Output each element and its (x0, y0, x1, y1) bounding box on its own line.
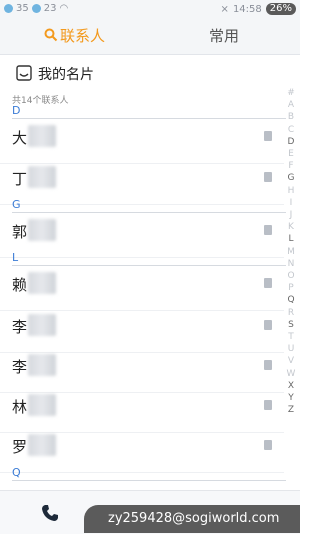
index-letter[interactable]: R (284, 307, 298, 319)
index-letter[interactable]: X (284, 380, 298, 392)
status-left: 35 23 ◠ (4, 3, 68, 14)
contact-name: 赖 (12, 276, 28, 294)
clock: 14:58 (232, 3, 262, 15)
index-letter[interactable]: T (284, 331, 298, 343)
sim-icon (264, 360, 272, 370)
tab-bar: 联系人 常用 (0, 18, 300, 55)
contact-name: 林 (12, 398, 28, 416)
index-letter[interactable]: I (284, 197, 298, 209)
sim-icon (264, 172, 272, 182)
watermark: zy259428@sogiworld.com (84, 505, 300, 533)
index-letter[interactable]: W (284, 368, 298, 380)
blurred-name (28, 166, 56, 188)
index-letter[interactable]: M (284, 246, 298, 258)
signal-icon (31, 4, 41, 13)
index-letter[interactable]: S (284, 319, 298, 331)
index-letter[interactable]: D (284, 136, 298, 148)
phone-icon[interactable] (40, 503, 60, 523)
mute-icon: ⨯ (220, 3, 229, 15)
blurred-name (28, 394, 56, 416)
contact-name: 丁 (12, 170, 28, 188)
index-letter[interactable]: N (284, 258, 298, 270)
sim-icon (264, 225, 272, 235)
index-letter[interactable]: J (284, 209, 298, 221)
index-letter[interactable]: H (284, 185, 298, 197)
section-header-q: Q (12, 466, 286, 481)
sim-icon (264, 278, 272, 288)
contact-name: 大 (12, 129, 28, 147)
index-letter[interactable]: U (284, 343, 298, 355)
status-bar: 35 23 ◠ ⨯ 14:58 26% (0, 0, 300, 18)
index-letter[interactable]: P (284, 282, 298, 294)
blurred-name (28, 354, 56, 376)
index-letter[interactable]: Q (284, 294, 298, 306)
contact-name: 郭 (12, 223, 28, 241)
blurred-name (28, 314, 56, 336)
sim-icon (264, 400, 272, 410)
tab-contacts[interactable]: 联系人 (44, 18, 105, 54)
index-letter[interactable]: E (284, 148, 298, 160)
index-letter[interactable]: Y (284, 392, 298, 404)
index-letter[interactable]: # (284, 87, 298, 99)
index-letter[interactable]: Z (284, 404, 298, 416)
index-letter[interactable]: K (284, 221, 298, 233)
contact-name: 罗 (12, 438, 28, 456)
wifi-icon: ◠ (59, 3, 69, 14)
signal-icon (4, 4, 13, 13)
contact-name: 李 (12, 358, 28, 376)
blurred-name (28, 434, 56, 456)
tab-common-label: 常用 (209, 27, 240, 45)
index-letter[interactable]: L (284, 233, 298, 245)
tab-common[interactable]: 常用 (209, 18, 239, 54)
sim-icon (264, 320, 272, 330)
search-icon (44, 19, 58, 42)
signal-value-2: 23 (43, 3, 57, 14)
blurred-name (28, 219, 56, 241)
contact-name: 李 (12, 318, 28, 336)
index-letter[interactable]: F (284, 160, 298, 172)
tab-contacts-label: 联系人 (60, 27, 106, 45)
my-card-label: 我的名片 (38, 67, 94, 83)
alphabet-index[interactable]: # A B C D E F G H I J K L M N O P Q R S … (284, 87, 298, 416)
index-letter[interactable]: O (284, 270, 298, 282)
index-letter[interactable]: C (284, 124, 298, 136)
blurred-name (28, 272, 56, 294)
card-icon (16, 65, 32, 81)
sim-icon (264, 440, 272, 450)
index-letter[interactable]: A (284, 99, 298, 111)
status-right: ⨯ 14:58 26% (221, 3, 296, 15)
index-letter[interactable]: B (284, 111, 298, 123)
index-letter[interactable]: G (284, 172, 298, 184)
battery-indicator: 26% (265, 3, 296, 15)
my-card-row[interactable]: 我的名片 (0, 58, 300, 88)
sim-icon (264, 131, 272, 141)
index-letter[interactable]: V (284, 355, 298, 367)
signal-value-1: 35 (16, 3, 29, 14)
blurred-name (28, 125, 56, 147)
